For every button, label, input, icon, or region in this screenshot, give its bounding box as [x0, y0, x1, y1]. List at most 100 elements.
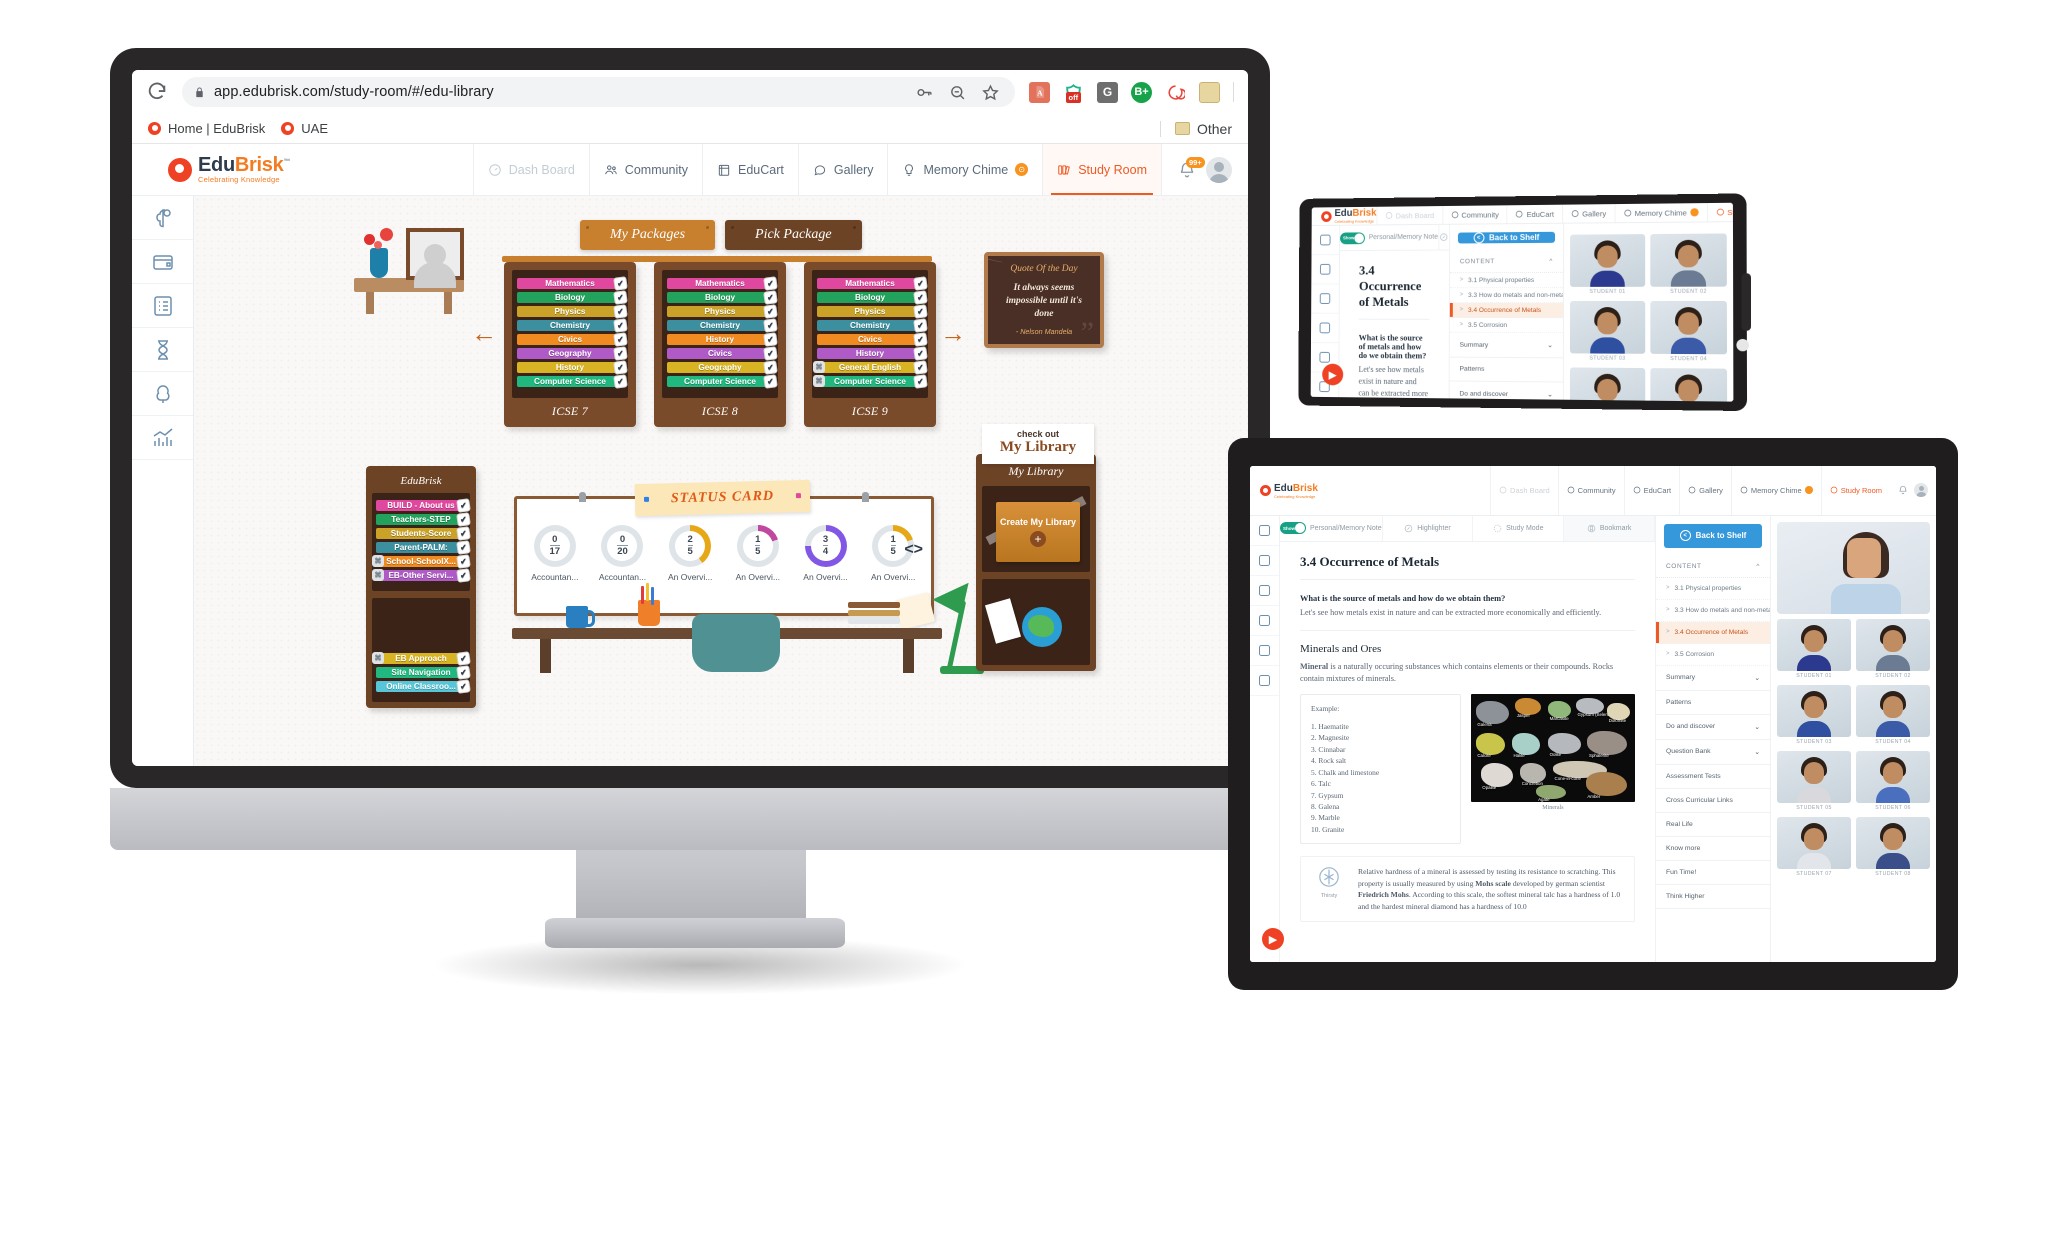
- bookmark-tag-icon[interactable]: ✔: [913, 346, 928, 361]
- nav-memory-chime[interactable]: Memory Chime: [1730, 466, 1821, 515]
- book-item[interactable]: ⌘ Computer Science ✔: [813, 374, 928, 389]
- book-item[interactable]: Mathematics ✔: [817, 276, 928, 291]
- sidebar-item-hourglass[interactable]: [1310, 314, 1339, 344]
- nav-study-room[interactable]: Study Room: [1706, 202, 1734, 222]
- adblock-extension-icon[interactable]: off: [1063, 82, 1084, 103]
- toggle-icon[interactable]: Show: [1280, 522, 1306, 535]
- chat-support-icon[interactable]: ▶: [1262, 928, 1284, 950]
- bookmark-tag-icon[interactable]: ✔: [763, 374, 778, 389]
- prev-package-arrow[interactable]: ←: [471, 318, 497, 349]
- bookmark-tag-icon[interactable]: ✔: [763, 318, 778, 333]
- book-item[interactable]: Biology ✔: [817, 290, 928, 305]
- bookmark-tag-icon[interactable]: ✔: [456, 540, 471, 555]
- toc-section[interactable]: Summary ⌄: [1449, 333, 1563, 359]
- bitly-extension-icon[interactable]: B+: [1131, 81, 1152, 103]
- nav-study-room[interactable]: Study Room: [1820, 466, 1890, 515]
- book-item[interactable]: Chemistry ✔: [667, 318, 778, 333]
- toc-item[interactable]: > 3.1 Physical properties: [1656, 578, 1770, 600]
- book-item[interactable]: Chemistry ✔: [817, 318, 928, 333]
- bookmark-tag-icon[interactable]: ✔: [456, 665, 471, 680]
- tool-highlighter[interactable]: Highlighter: [1383, 515, 1474, 541]
- book-item[interactable]: Civics ✔: [517, 332, 628, 347]
- tablet-home-button[interactable]: [1736, 338, 1750, 352]
- bookmark-tag-icon[interactable]: ✔: [456, 554, 471, 569]
- toc-item[interactable]: > 3.5 Corrosion: [1449, 318, 1563, 334]
- sidebar-item-growth-chart[interactable]: [1250, 666, 1279, 696]
- book-item[interactable]: Biology ✔: [517, 290, 628, 305]
- toc-item[interactable]: > 3.1 Physical properties: [1449, 273, 1564, 289]
- toc-item[interactable]: > 3.3 How do metals and non-metals r...: [1656, 600, 1770, 622]
- student-cell[interactable]: STUDENT 03: [1569, 301, 1646, 362]
- reader-content[interactable]: 3.4 Occurrence of Metals What is the sou…: [1280, 542, 1655, 962]
- bookmark-tag-icon[interactable]: ✔: [613, 290, 628, 305]
- toc-item[interactable]: > 3.4 Occurrence of Metals: [1656, 621, 1770, 644]
- student-cell[interactable]: STUDENT 06: [1856, 750, 1930, 811]
- toc-section[interactable]: Patterns: [1449, 358, 1563, 383]
- student-cell[interactable]: STUDENT 08: [1856, 816, 1930, 877]
- bookmark-tag-icon[interactable]: ✔: [613, 318, 628, 333]
- book-item[interactable]: History ✔: [517, 360, 628, 375]
- bookmark-tag-icon[interactable]: ✔: [913, 276, 928, 291]
- book-item[interactable]: ⌘ EB Approach ✔: [372, 651, 471, 666]
- toggle-icon[interactable]: Show: [1340, 232, 1365, 245]
- bookmark-tag-icon[interactable]: ✔: [763, 290, 778, 305]
- nav-community[interactable]: Community: [1557, 466, 1624, 515]
- book-item[interactable]: Students-Score ✔: [376, 526, 471, 541]
- tablet-power-button[interactable]: [1741, 273, 1752, 331]
- tool-personal-memory-note[interactable]: Show Personal/Memory Note: [1280, 515, 1383, 541]
- avatar[interactable]: [1914, 483, 1928, 498]
- book-item[interactable]: Chemistry ✔: [517, 318, 628, 333]
- toc-section[interactable]: Assessment Tests: [1656, 765, 1770, 789]
- bookmark-tag-icon[interactable]: ✔: [913, 304, 928, 319]
- sidebar-item-checklist[interactable]: [132, 284, 193, 328]
- toc-section[interactable]: Cross Curricular Links: [1656, 789, 1770, 813]
- book-item[interactable]: Site Navigation ✔: [376, 665, 471, 680]
- bookmark-tag-icon[interactable]: ✔: [613, 346, 628, 361]
- sidebar-item-wallet[interactable]: [1311, 255, 1340, 285]
- tool-bookmark[interactable]: Bookmark: [1564, 515, 1655, 541]
- student-cell[interactable]: STUDENT 04: [1650, 301, 1728, 363]
- bookmark-tag-icon[interactable]: ✔: [613, 304, 628, 319]
- nav-gallery[interactable]: Gallery: [1562, 204, 1615, 224]
- toc-section[interactable]: Real Life: [1656, 813, 1770, 837]
- book-item[interactable]: Geography ✔: [517, 346, 628, 361]
- toc-item[interactable]: > 3.4 Occurrence of Metals: [1449, 303, 1563, 319]
- student-cell[interactable]: STUDENT 04: [1856, 684, 1930, 745]
- bookmark-tag-icon[interactable]: ✔: [913, 318, 928, 333]
- bookmark-tag-icon[interactable]: ✔: [763, 332, 778, 347]
- status-ring-item[interactable]: 3 4 An Overvi...: [798, 525, 854, 582]
- toc-item[interactable]: > 3.3 How do metals and non-metals r...: [1449, 288, 1564, 304]
- adobe-acrobat-extension-icon[interactable]: A: [1029, 81, 1050, 103]
- reader-content[interactable]: 3.4 Occurrence of Metals What is the sou…: [1339, 251, 1449, 399]
- book-item[interactable]: Physics ✔: [667, 304, 778, 319]
- tool-personal-memory-note[interactable]: Show Personal/Memory Note: [1340, 225, 1440, 251]
- package-shelf[interactable]: Mathematics ✔ Biology ✔ Physics ✔ Chemistry ✔ Ci…: [804, 262, 936, 427]
- openai-extension-icon[interactable]: [1165, 82, 1186, 103]
- nav-community[interactable]: Community: [588, 144, 702, 195]
- book-item[interactable]: Mathematics ✔: [667, 276, 778, 291]
- nav-memory-chime[interactable]: Memory Chime: [1614, 203, 1707, 223]
- book-item[interactable]: History ✔: [817, 346, 928, 361]
- toc-section[interactable]: Patterns: [1656, 691, 1770, 715]
- bookmark-tag-icon[interactable]: ✔: [613, 374, 628, 389]
- bookmark-tag-icon[interactable]: ✔: [763, 304, 778, 319]
- edubrisk-logo[interactable]: EduBrisk™ Celebrating Knowledge: [132, 144, 462, 195]
- student-cell[interactable]: STUDENT 05: [1569, 367, 1646, 402]
- toc-section[interactable]: Summary ⌄: [1656, 666, 1770, 691]
- bookmark-tag-icon[interactable]: ✔: [456, 568, 471, 583]
- book-item[interactable]: Computer Science ✔: [667, 374, 778, 389]
- next-package-arrow[interactable]: →: [940, 318, 966, 349]
- toc-section[interactable]: Question Bank ⌄: [1656, 740, 1770, 765]
- bookmark-tag-icon[interactable]: ✔: [456, 512, 471, 527]
- book-item[interactable]: BUILD - About us ✔: [376, 498, 471, 513]
- sidebar-item-growth-chart[interactable]: [132, 416, 193, 460]
- notifications-button[interactable]: 99+: [1178, 156, 1205, 179]
- book-item[interactable]: Geography ✔: [667, 360, 778, 375]
- bookmark-tag-icon[interactable]: ✔: [456, 679, 471, 694]
- back-to-shelf-button[interactable]: < Back to Shelf: [1664, 523, 1762, 548]
- sidebar-item-brain[interactable]: [1311, 226, 1340, 256]
- nav-study-room[interactable]: Study Room: [1042, 144, 1161, 195]
- tab-my-packages[interactable]: My Packages: [580, 220, 716, 250]
- status-ring-item[interactable]: 1 5 An Overvi...: [730, 525, 786, 582]
- bookmark-tag-icon[interactable]: ✔: [763, 276, 778, 291]
